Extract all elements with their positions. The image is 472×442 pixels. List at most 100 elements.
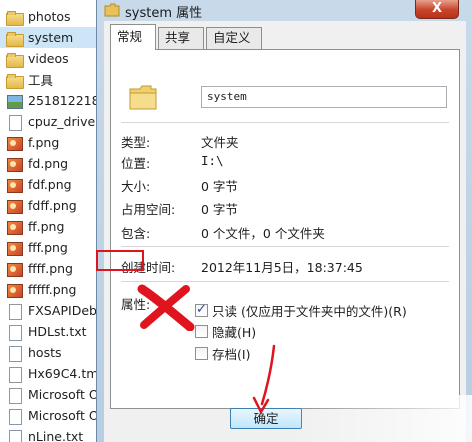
divider: [121, 281, 449, 282]
red-x-mark-icon: [137, 284, 195, 331]
png-file-icon: [6, 282, 23, 298]
folder-icon: [6, 9, 24, 26]
file-list-item[interactable]: fffff.png: [0, 279, 110, 300]
file-name: ff.png: [28, 219, 65, 234]
file-list-item[interactable]: FXSAPIDebu: [0, 300, 110, 321]
readonly-note: (仅应用于文件夹中的文件)(R): [241, 304, 407, 319]
type-value: 文件夹: [201, 135, 239, 150]
file-name: fff.png: [28, 240, 68, 255]
png-file-icon: [6, 156, 23, 172]
document-file-icon: [6, 387, 22, 404]
folder-icon: [104, 3, 120, 17]
file-name: f.png: [28, 135, 60, 150]
archive-checkbox[interactable]: [195, 347, 208, 360]
file-name: HDLst.txt: [28, 324, 87, 339]
png-file-icon: [6, 261, 23, 277]
file-name: Microsoft O: [28, 387, 99, 402]
file-name: 工具: [28, 73, 54, 88]
close-button[interactable]: X: [415, 0, 459, 19]
file-name: nLine.txt: [28, 429, 84, 442]
file-list-item[interactable]: ffff.png: [0, 258, 110, 279]
document-file-icon: [6, 345, 22, 362]
file-name: ffff.png: [28, 261, 73, 276]
file-list-item[interactable]: HDLst.txt: [0, 321, 110, 342]
file-name: Hx69C4.tmp: [28, 366, 107, 381]
divider: [121, 122, 449, 123]
file-list-item[interactable]: fdf.png: [0, 174, 110, 195]
size-on-disk-value: 0 字节: [201, 202, 238, 217]
folder-name-input[interactable]: system: [201, 86, 447, 108]
tab-sharing[interactable]: 共享: [158, 27, 204, 49]
created-value: 2012年11月5日，18:37:45: [201, 260, 363, 275]
document-file-icon: [6, 366, 22, 383]
file-list-item[interactable]: fff.png: [0, 237, 110, 258]
watermark-fade: [290, 395, 472, 442]
folder-icon: [6, 30, 24, 47]
png-file-icon: [6, 135, 23, 151]
file-list-item[interactable]: videos: [0, 48, 110, 69]
dialog-body: 常规 共享 自定义 system 类型: 文件夹 位置: I:\ 大小: 0 字…: [104, 21, 466, 442]
size-on-disk-label: 占用空间:: [121, 202, 176, 217]
file-list-item[interactable]: photos: [0, 6, 110, 27]
hidden-checkbox[interactable]: [195, 325, 208, 338]
readonly-attribute[interactable]: 只读 (仅应用于文件夹中的文件)(R): [195, 302, 407, 319]
explorer-file-list: photos system videos 工具 2518122180 cpuz_drive…: [0, 0, 110, 442]
tab-customize[interactable]: 自定义: [206, 27, 262, 49]
contains-value: 0 个文件，0 个文件夹: [201, 226, 325, 241]
file-name: hosts: [28, 345, 62, 360]
readonly-highlight-box: [96, 250, 144, 271]
file-list-item[interactable]: cpuz_driver_: [0, 111, 110, 132]
location-label: 位置:: [121, 156, 151, 171]
size-label: 大小:: [121, 179, 151, 194]
png-file-icon: [6, 219, 23, 235]
file-list-item[interactable]: f.png: [0, 132, 110, 153]
file-list-item[interactable]: fdff.png: [0, 195, 110, 216]
file-list-item[interactable]: Microsoft O: [0, 405, 110, 426]
folder-icon: [129, 85, 157, 110]
document-file-icon: [6, 429, 22, 442]
archive-attribute[interactable]: 存档(I): [195, 345, 250, 362]
file-list-item[interactable]: hosts: [0, 342, 110, 363]
properties-dialog: system 属性 X 常规 共享 自定义 system 类型: 文件夹 位置:…: [96, 0, 472, 442]
file-name: fdff.png: [28, 198, 77, 213]
file-name: fd.png: [28, 156, 69, 171]
tab-general[interactable]: 常规: [110, 24, 156, 50]
file-name: system: [28, 30, 74, 45]
dialog-title: system 属性: [125, 6, 203, 21]
archive-label[interactable]: 存档(I): [212, 344, 250, 363]
document-file-icon: [6, 114, 22, 131]
file-list-item[interactable]: Hx69C4.tmp: [0, 363, 110, 384]
folder-icon: [6, 51, 24, 68]
file-name: videos: [28, 51, 69, 66]
red-arrow-icon: [252, 344, 276, 414]
png-file-icon: [6, 177, 23, 193]
readonly-label[interactable]: 只读: [212, 301, 237, 320]
file-list-item[interactable]: fd.png: [0, 153, 110, 174]
dialog-titlebar[interactable]: system 属性 X: [97, 0, 472, 21]
file-name: photos: [28, 9, 71, 24]
png-file-icon: [6, 198, 23, 214]
readonly-checkbox[interactable]: [195, 302, 208, 317]
hidden-label[interactable]: 隐藏(H): [212, 322, 256, 341]
divider: [121, 246, 449, 247]
type-label: 类型:: [121, 135, 151, 150]
document-file-icon: [6, 408, 22, 425]
file-list-item[interactable]: Microsoft O: [0, 384, 110, 405]
file-list-item[interactable]: nLine.txt: [0, 426, 110, 442]
file-name: FXSAPIDebu: [28, 303, 105, 318]
general-tab-page: system 类型: 文件夹 位置: I:\ 大小: 0 字节 占用空间: 0 …: [110, 49, 460, 409]
document-file-icon: [6, 303, 22, 320]
file-list-item[interactable]: 工具: [0, 69, 110, 90]
file-name: fdf.png: [28, 177, 72, 192]
image-file-icon: [6, 93, 23, 109]
contains-label: 包含:: [121, 226, 151, 241]
file-name: Microsoft O: [28, 408, 99, 423]
hidden-attribute[interactable]: 隐藏(H): [195, 323, 256, 340]
file-list-item[interactable]: ff.png: [0, 216, 110, 237]
png-file-icon: [6, 240, 23, 256]
file-name: fffff.png: [28, 282, 77, 297]
folder-icon: [6, 72, 24, 89]
file-list-item[interactable]: 2518122180: [0, 90, 110, 111]
file-list-item[interactable]: system: [0, 27, 110, 48]
size-value: 0 字节: [201, 179, 238, 194]
